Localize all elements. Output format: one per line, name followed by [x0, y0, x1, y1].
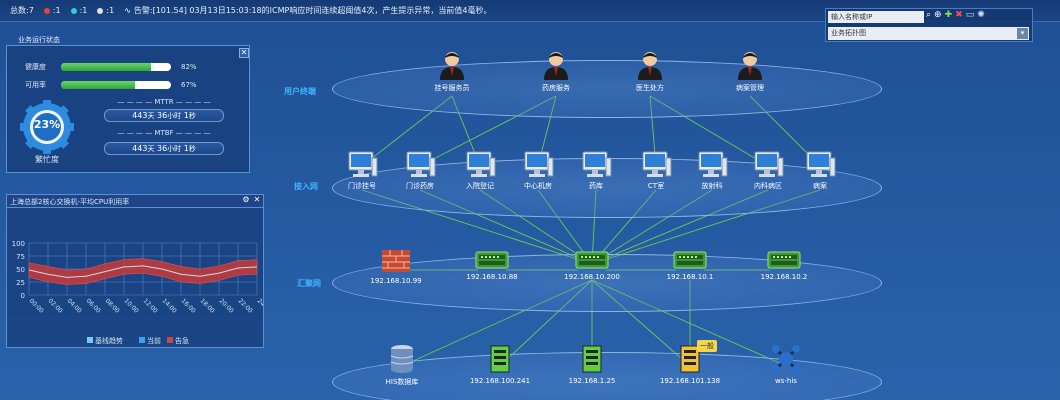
node-label: 挂号服务员	[434, 84, 470, 92]
firewall-icon	[382, 250, 410, 272]
node-label: 192.168.10.2	[760, 273, 808, 281]
node-label: 192.168.1.25	[568, 377, 616, 385]
aggregate-node[interactable]: 192.168.10.2	[744, 248, 824, 281]
node-label: 192.168.100.241	[469, 377, 531, 385]
network-hub-icon	[772, 345, 800, 373]
user-lane-label: 用户终端	[284, 87, 316, 96]
aggregate-node[interactable]: 192.168.10.1	[650, 248, 730, 281]
computer-icon	[406, 151, 436, 177]
user-node[interactable]: 病案管理	[710, 50, 790, 93]
aggregate-node[interactable]: 192.168.10.88	[452, 248, 532, 281]
node-label: 药房服务	[542, 84, 570, 92]
user-node[interactable]: 药房服务	[516, 50, 596, 93]
node-label: ws-his	[775, 377, 797, 385]
computer-icon	[806, 151, 836, 177]
node-label: 192.168.10.200	[564, 273, 620, 281]
node-label: HIS数据库	[385, 378, 419, 386]
core-node[interactable]: 192.168.1.25	[552, 344, 632, 385]
severity-badge: 一般	[697, 340, 717, 352]
user-node[interactable]: 医生处方	[610, 50, 690, 93]
switch-icon	[767, 251, 801, 269]
node-label: 192.168.10.99	[370, 277, 422, 285]
computer-icon	[348, 151, 378, 177]
user-icon	[440, 52, 464, 80]
node-label: 医生处方	[636, 84, 664, 92]
user-node[interactable]: 挂号服务员	[412, 50, 492, 93]
node-label: 192.168.10.88	[466, 273, 518, 281]
database-icon	[390, 345, 414, 373]
node-label: 病案	[813, 182, 827, 190]
switch-icon	[575, 251, 609, 269]
aggregate-node[interactable]: 192.168.10.200	[552, 248, 632, 281]
computer-icon	[582, 151, 612, 177]
switch-icon	[673, 251, 707, 269]
access-lane-label: 接入网	[294, 182, 318, 191]
computer-icon	[642, 151, 672, 177]
user-icon	[738, 52, 762, 80]
user-icon	[638, 52, 662, 80]
aggregate-node[interactable]: 192.168.10.99	[356, 248, 436, 285]
node-label: 192.168.10.1	[666, 273, 714, 281]
server-icon	[490, 345, 510, 373]
computer-icon	[524, 151, 554, 177]
switch-icon	[475, 251, 509, 269]
core-node[interactable]: ws-his	[746, 344, 826, 385]
node-label: 192.168.101.138	[659, 377, 721, 385]
user-icon	[544, 52, 568, 80]
server-icon	[582, 345, 602, 373]
node-label: 病案管理	[736, 84, 764, 92]
access-node[interactable]: 病案	[780, 150, 860, 191]
core-node[interactable]: 192.168.100.241	[460, 344, 540, 385]
computer-icon	[698, 151, 728, 177]
aggregate-lane-label: 汇聚网	[297, 279, 321, 288]
computer-icon	[466, 151, 496, 177]
core-node[interactable]: HIS数据库	[362, 344, 442, 387]
core-node[interactable]: 192.168.101.138	[650, 344, 730, 385]
